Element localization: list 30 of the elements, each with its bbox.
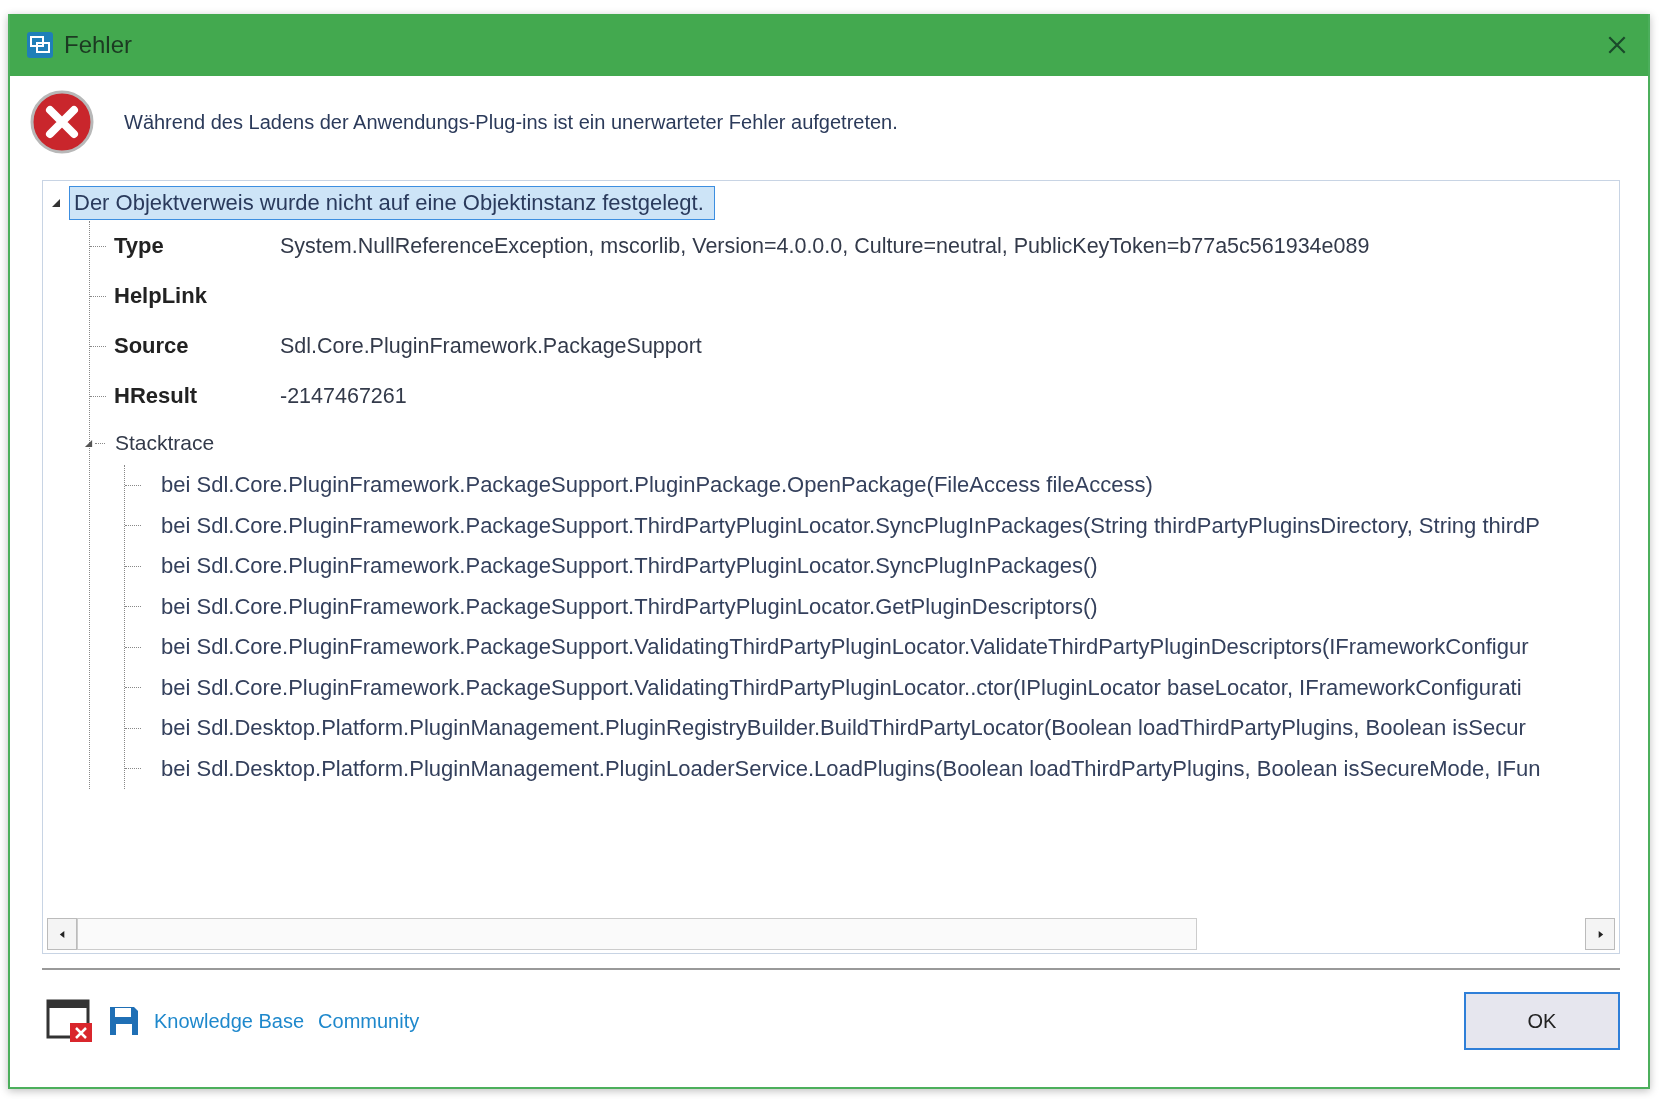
property-name: HelpLink [114, 283, 208, 309]
property-name: HResult [114, 383, 199, 409]
tree-item[interactable]: Stacktrace [115, 431, 215, 455]
expand-icon[interactable] [51, 198, 61, 208]
property-value: Sdl.Core.PluginFramework.PackageSupport [280, 333, 702, 359]
tree-item[interactable]: Der Objektverweis wurde nicht auf eine Objektinstanz festgelegt. [69, 186, 715, 220]
left-arrow-icon [57, 929, 67, 939]
expand-icon[interactable] [84, 438, 93, 448]
stack-line: bei Sdl.Core.PluginFramework.PackageSupport.ThirdPartyPluginLocator.GetPluginDescriptors() [161, 593, 1098, 620]
stack-line: bei Sdl.Core.PluginFramework.PackageSupport.ThirdPartyPluginLocator.SyncPlugInPackages() [161, 553, 1098, 580]
window-title: Fehler [64, 31, 133, 59]
error-message: Während des Ladens der Anwendungs-Plug-ins ist ein unerwarteter Fehler aufgetreten. [124, 110, 898, 134]
stack-line: bei Sdl.Core.PluginFramework.PackageSupport.ThirdPartyPluginLocator.SyncPlugInPackages(String thirdPartyPluginsDirectory, String thirdP [161, 512, 1540, 539]
stack-line: bei Sdl.Desktop.Platform.PluginManagement.PluginLoaderService.LoadPlugins(Boolean loadThirdPartyPlugins, Boolean isSecureMode, IFun [161, 755, 1541, 782]
scrollbar-thumb[interactable] [77, 918, 1197, 950]
property-value: -2147467261 [280, 383, 407, 409]
stack-line: bei Sdl.Core.PluginFramework.PackageSupport.PluginPackage.OpenPackage(FileAccess fileAccess) [161, 472, 1153, 499]
app-icon [26, 31, 54, 59]
stack-line: bei Sdl.Core.PluginFramework.PackageSupport.ValidatingThirdPartyPluginLocator.ValidateThirdPartyPluginDescriptors(IFrameworkConfigur [161, 634, 1529, 661]
close-icon [1606, 34, 1628, 56]
stack-line: bei Sdl.Desktop.Platform.PluginManagement.PluginRegistryBuilder.BuildThirdPartyLocator(Boolean loadThirdPartyPlugins, Boolean isSecur [161, 715, 1526, 742]
property-name: Type [114, 233, 165, 259]
property-value: System.NullReferenceException, mscorlib, Version=4.0.0.0, Culture=neutral, PublicKeyToken=b77a5c561934e089 [280, 233, 1370, 259]
footer-link[interactable]: Community [318, 1009, 420, 1033]
property-name: Source [114, 333, 190, 359]
footer-link[interactable]: Knowledge Base [154, 1009, 305, 1033]
stack-line: bei Sdl.Core.PluginFramework.PackageSupport.ValidatingThirdPartyPluginLocator..ctor(IPluginLocator baseLocator, IFrameworkConfigurati [161, 674, 1522, 701]
error-icon [30, 90, 94, 154]
ok-button[interactable]: OK [1464, 992, 1620, 1050]
save-icon[interactable] [108, 1005, 140, 1037]
